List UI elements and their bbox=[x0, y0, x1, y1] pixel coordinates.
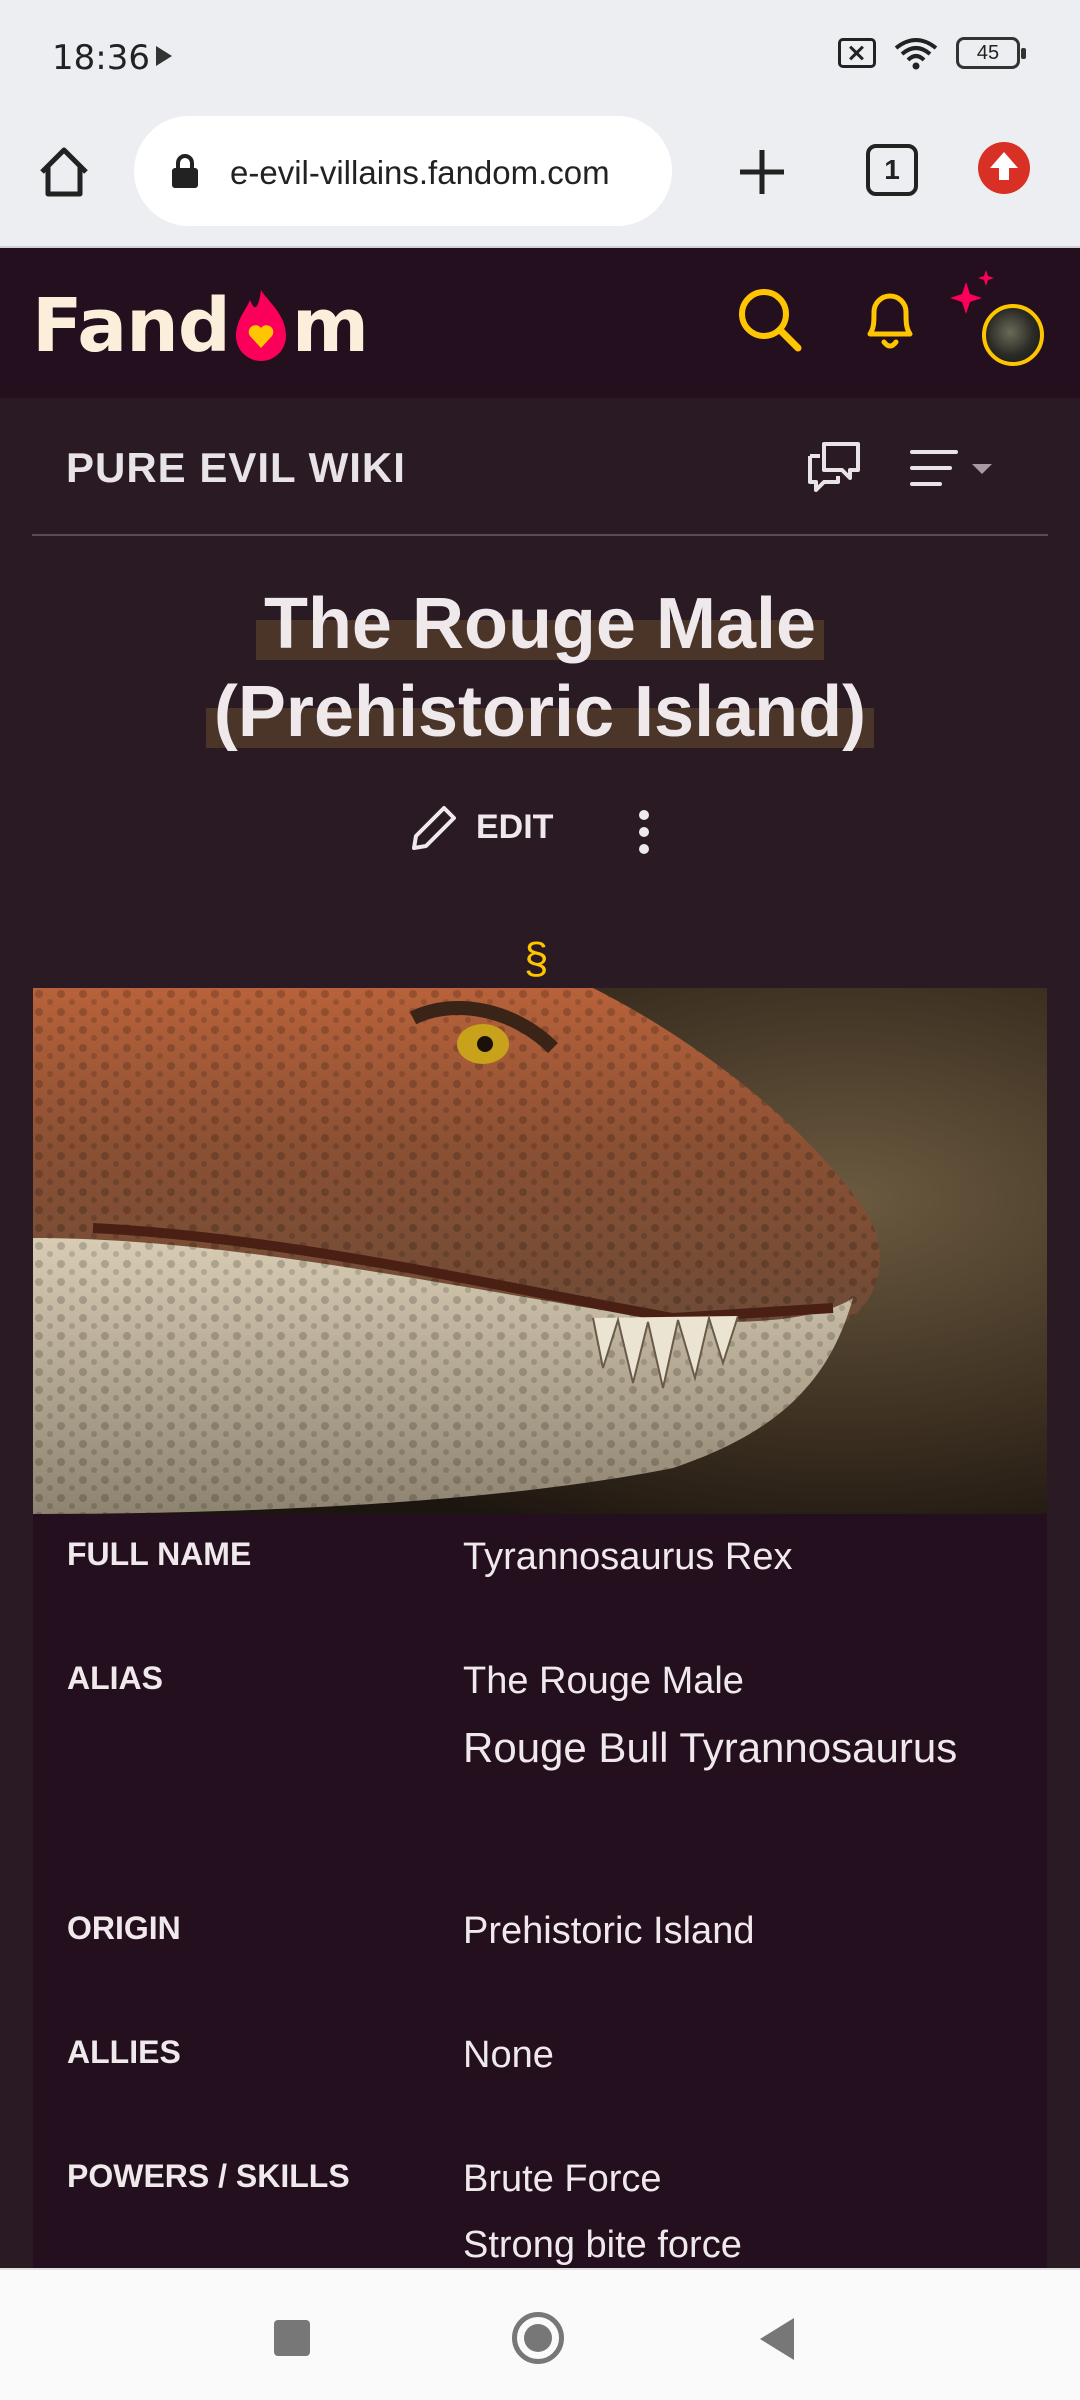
row-label: ALIAS bbox=[67, 1660, 163, 1696]
fandom-flame-icon bbox=[235, 290, 286, 361]
divider bbox=[32, 534, 1048, 536]
logo-text-right: m bbox=[291, 283, 369, 369]
discussion-icon[interactable] bbox=[806, 440, 862, 494]
row-value: Tyrannosaurus Rex bbox=[463, 1536, 793, 1578]
row-label: POWERS / SKILLS bbox=[67, 2158, 350, 2194]
row-value: Brute Force bbox=[463, 2158, 662, 2200]
update-button[interactable] bbox=[978, 142, 1030, 194]
row-label: ORIGIN bbox=[67, 1910, 181, 1946]
recents-icon[interactable] bbox=[274, 2320, 310, 2356]
browser-toolbar: e-evil-villains.fandom.com 1 bbox=[0, 110, 1080, 248]
address-bar[interactable]: e-evil-villains.fandom.com bbox=[134, 116, 672, 226]
row-value: None bbox=[463, 2034, 554, 2076]
row-value: Rouge Bull Tyrannosaurus bbox=[463, 1724, 958, 1771]
page-title: The Rouge Male (Prehistoric Island) bbox=[0, 580, 1080, 756]
row-value: Strong bite force bbox=[463, 2224, 742, 2266]
fandom-logo[interactable]: Fand m bbox=[32, 283, 369, 369]
page-title-line1: The Rouge Male bbox=[255, 584, 825, 664]
row-label: ALLIES bbox=[67, 2034, 181, 2070]
edit-label: EDIT bbox=[476, 807, 554, 846]
wifi-icon bbox=[894, 38, 938, 70]
tab-switcher-button[interactable]: 1 bbox=[866, 144, 918, 196]
edit-button[interactable]: EDIT bbox=[408, 800, 553, 854]
wiki-name[interactable]: PURE EVIL WIKI bbox=[66, 444, 406, 492]
home-icon[interactable] bbox=[36, 144, 92, 200]
lock-icon bbox=[172, 154, 198, 188]
row-label: FULL NAME bbox=[67, 1536, 252, 1572]
infobox-image[interactable] bbox=[33, 988, 1047, 1514]
bell-icon[interactable] bbox=[860, 286, 920, 354]
page-title-line2: (Prehistoric Island) bbox=[205, 672, 875, 752]
update-arrow-icon bbox=[990, 152, 1018, 180]
media-playing-icon bbox=[156, 46, 172, 66]
new-tab-plus-icon[interactable] bbox=[734, 144, 790, 200]
edit-pencil-icon bbox=[412, 806, 456, 850]
no-sim-icon bbox=[838, 38, 876, 68]
infobox: FULL NAME Tyrannosaurus Rex ALIAS The Ro… bbox=[33, 988, 1047, 2268]
wiki-bar: PURE EVIL WIKI bbox=[0, 398, 1080, 538]
home-nav-icon[interactable] bbox=[512, 2312, 564, 2364]
row-value[interactable]: Prehistoric Island bbox=[463, 1910, 754, 1953]
url-text: e-evil-villains.fandom.com bbox=[230, 154, 610, 191]
more-options-icon[interactable] bbox=[632, 806, 656, 860]
menu-icon[interactable] bbox=[910, 446, 996, 490]
system-nav-bar bbox=[0, 2268, 1080, 2400]
fandom-header: Fand m bbox=[0, 248, 1080, 398]
logo-text-left: Fand bbox=[32, 283, 231, 369]
search-icon[interactable] bbox=[736, 286, 804, 354]
row-value: The Rouge Male bbox=[463, 1660, 744, 1702]
section-mark: § bbox=[524, 934, 549, 983]
status-bar: 18:36 45 bbox=[0, 0, 1080, 110]
avatar[interactable] bbox=[982, 304, 1044, 366]
battery-icon: 45 bbox=[956, 37, 1026, 69]
user-menu[interactable] bbox=[946, 268, 1046, 368]
status-icons: 45 bbox=[838, 36, 1026, 70]
back-icon[interactable] bbox=[760, 2318, 794, 2360]
status-time: 18:36 bbox=[52, 38, 150, 78]
